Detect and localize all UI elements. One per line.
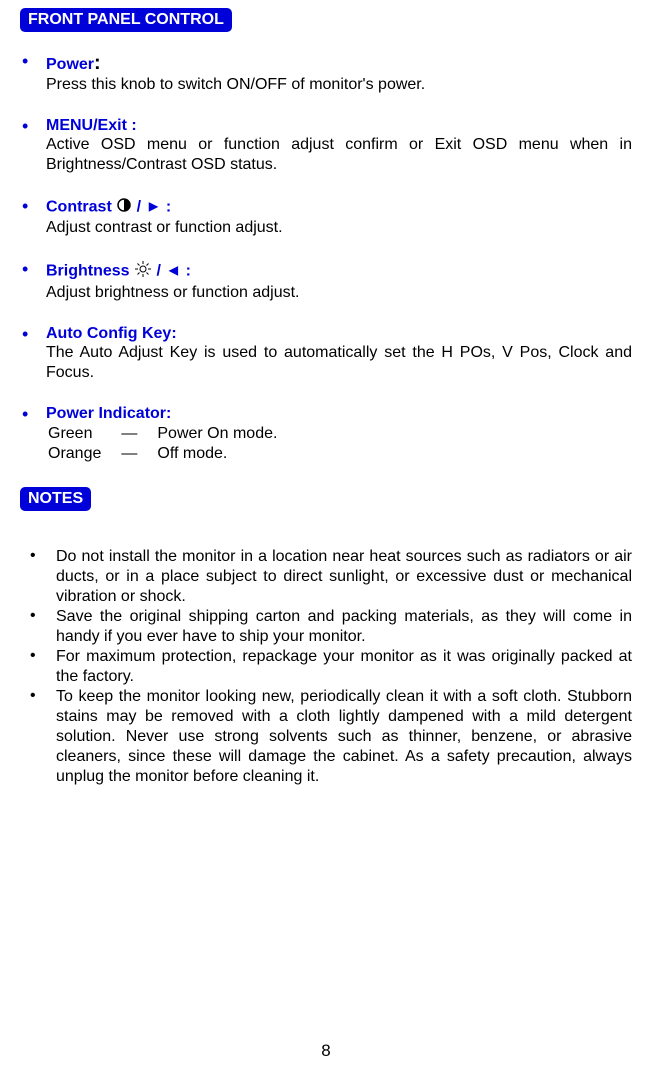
indicator-dash: — — [121, 445, 155, 463]
notes-item: • To keep the monitor looking new, perio… — [20, 687, 632, 787]
section-title-notes: NOTES — [20, 487, 91, 511]
item-title-suffix: / ► : — [132, 199, 171, 216]
section-title-front-panel: FRONT PANEL CONTROL — [20, 8, 232, 32]
indicator-row-green: Green — Power On mode. — [48, 425, 295, 443]
item-title: Power Indicator: — [46, 405, 171, 422]
indicator-dash: — — [121, 425, 155, 443]
notes-item: • Do not install the monitor in a locati… — [20, 547, 632, 607]
item-brightness: • Brightness / ◄ : Adjust brightness or … — [20, 260, 632, 303]
item-power-indicator: • Power Indicator: Green — Power On mode… — [20, 405, 632, 465]
notes-item: • For maximum protection, repackage your… — [20, 647, 632, 687]
indicator-table: Green — Power On mode. Orange — Off mode… — [46, 423, 297, 465]
indicator-mode: Off mode. — [157, 445, 295, 463]
bullet-icon: • — [30, 607, 36, 625]
notes-desc: Save the original shipping carton and pa… — [56, 607, 632, 647]
item-desc: Adjust contrast or function adjust. — [46, 218, 632, 238]
colon: : — [94, 52, 101, 74]
item-title-prefix: Contrast — [46, 199, 116, 216]
notes-desc: For maximum protection, repackage your m… — [56, 647, 632, 687]
indicator-mode: Power On mode. — [157, 425, 295, 443]
bullet-icon: • — [30, 647, 36, 665]
notes-desc: To keep the monitor looking new, periodi… — [56, 687, 632, 787]
notes-item: • Save the original shipping carton and … — [20, 607, 632, 647]
item-title: Auto Config Key: — [46, 325, 177, 342]
bullet-icon: • — [30, 547, 36, 565]
item-auto-config: • Auto Config Key: The Auto Adjust Key i… — [20, 325, 632, 383]
item-desc: Adjust brightness or function adjust. — [46, 283, 632, 303]
item-title: MENU/Exit : — [46, 117, 137, 134]
item-title-suffix: / ◄ : — [152, 263, 191, 280]
item-desc: Active OSD menu or function adjust confi… — [46, 135, 632, 175]
bullet-icon: • — [30, 687, 36, 705]
bullet-icon: • — [22, 52, 28, 70]
brightness-icon — [134, 260, 152, 283]
bullet-icon: • — [22, 117, 28, 135]
contrast-icon — [116, 197, 132, 218]
indicator-row-orange: Orange — Off mode. — [48, 445, 295, 463]
bullet-icon: • — [22, 325, 28, 343]
page-number: 8 — [0, 1041, 652, 1061]
bullet-icon: • — [22, 260, 28, 278]
item-title: Power — [46, 56, 94, 73]
bullet-icon: • — [22, 197, 28, 215]
item-contrast: • Contrast / ► : Adjust contrast or func… — [20, 197, 632, 238]
item-title-prefix: Brightness — [46, 263, 134, 280]
item-power: • Power: Press this knob to switch ON/OF… — [20, 52, 632, 95]
bullet-icon: • — [22, 405, 28, 423]
item-desc: Press this knob to switch ON/OFF of moni… — [46, 75, 632, 95]
indicator-color: Orange — [48, 445, 119, 463]
item-menu-exit: • MENU/Exit : Active OSD menu or functio… — [20, 117, 632, 175]
indicator-color: Green — [48, 425, 119, 443]
notes-desc: Do not install the monitor in a location… — [56, 547, 632, 607]
item-desc: The Auto Adjust Key is used to automatic… — [46, 343, 632, 383]
